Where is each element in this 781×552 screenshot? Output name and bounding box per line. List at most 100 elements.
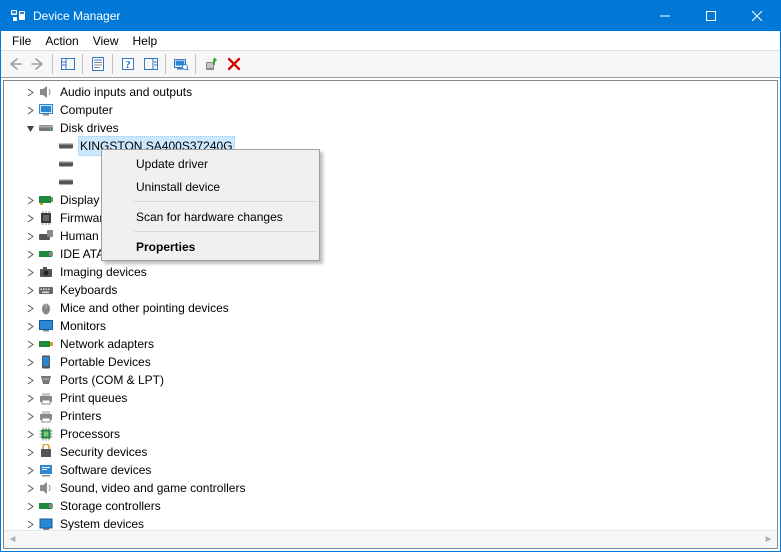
toolbar-separator: [82, 54, 83, 74]
expand-arrow-icon[interactable]: [22, 106, 38, 115]
svg-text:?: ?: [125, 60, 130, 71]
toolbar: ?: [1, 50, 780, 78]
titlebar: Device Manager: [1, 1, 780, 31]
node-keyboards[interactable]: Keyboards: [6, 281, 777, 299]
expand-arrow-icon[interactable]: [22, 250, 38, 259]
portable-device-icon: [38, 354, 54, 370]
expand-arrow-icon[interactable]: [22, 304, 38, 313]
expand-arrow-icon[interactable]: [22, 466, 38, 475]
close-button[interactable]: [734, 1, 780, 31]
node-sound[interactable]: Sound, video and game controllers: [6, 479, 777, 497]
node-ports[interactable]: Ports (COM & LPT): [6, 371, 777, 389]
collapse-arrow-icon[interactable]: [22, 124, 38, 133]
node-software[interactable]: Software devices: [6, 461, 777, 479]
node-printers[interactable]: Printers: [6, 407, 777, 425]
node-security[interactable]: Security devices: [6, 443, 777, 461]
minimize-button[interactable]: [642, 1, 688, 31]
node-monitors[interactable]: Monitors: [6, 317, 777, 335]
expand-arrow-icon[interactable]: [22, 322, 38, 331]
maximize-button[interactable]: [688, 1, 734, 31]
menu-file[interactable]: File: [5, 33, 38, 49]
expand-arrow-icon[interactable]: [22, 448, 38, 457]
app-icon: [10, 8, 26, 24]
node-audio[interactable]: Audio inputs and outputs: [6, 83, 777, 101]
node-label: Sound, video and game controllers: [58, 479, 247, 497]
expand-arrow-icon[interactable]: [22, 484, 38, 493]
node-label: Audio inputs and outputs: [58, 83, 194, 101]
ctx-update-driver[interactable]: Update driver: [104, 152, 317, 175]
expand-arrow-icon[interactable]: [22, 232, 38, 241]
node-printq[interactable]: Print queues: [6, 389, 777, 407]
menu-help[interactable]: Help: [126, 33, 165, 49]
node-label: Monitors: [58, 317, 108, 335]
node-label: Security devices: [58, 443, 149, 461]
expand-arrow-icon[interactable]: [22, 268, 38, 277]
properties-button[interactable]: [86, 53, 109, 75]
ctx-separator: [134, 201, 316, 202]
expand-arrow-icon[interactable]: [22, 196, 38, 205]
toolbar-separator: [112, 54, 113, 74]
expand-arrow-icon[interactable]: [22, 412, 38, 421]
expand-arrow-icon[interactable]: [22, 286, 38, 295]
action-pane-button[interactable]: [139, 53, 162, 75]
node-imaging[interactable]: Imaging devices: [6, 263, 777, 281]
node-portable[interactable]: Portable Devices: [6, 353, 777, 371]
window-title: Device Manager: [33, 9, 642, 23]
security-device-icon: [38, 444, 54, 460]
menu-view[interactable]: View: [86, 33, 126, 49]
ctx-scan-hardware[interactable]: Scan for hardware changes: [104, 205, 317, 228]
scroll-left-icon: ◄: [4, 531, 21, 548]
horizontal-scrollbar: ◄ ►: [4, 530, 777, 548]
node-storage[interactable]: Storage controllers: [6, 497, 777, 515]
ctx-properties[interactable]: Properties: [104, 235, 317, 258]
node-mice[interactable]: Mice and other pointing devices: [6, 299, 777, 317]
keyboard-icon: [38, 282, 54, 298]
expand-arrow-icon[interactable]: [22, 214, 38, 223]
node-disk-drives[interactable]: Disk drives: [6, 119, 777, 137]
ctx-uninstall-device[interactable]: Uninstall device: [104, 175, 317, 198]
node-label: Disk drives: [58, 119, 121, 137]
ide-controller-icon: [38, 246, 54, 262]
speaker-icon: [38, 84, 54, 100]
node-processors[interactable]: Processors: [6, 425, 777, 443]
port-icon: [38, 372, 54, 388]
device-manager-window: Device Manager File Action View Help: [0, 0, 781, 552]
update-driver-button[interactable]: [199, 53, 222, 75]
expand-arrow-icon[interactable]: [22, 520, 38, 529]
uninstall-device-button[interactable]: [222, 53, 245, 75]
hid-icon: [38, 228, 54, 244]
forward-button[interactable]: [26, 53, 49, 75]
expand-arrow-icon[interactable]: [22, 430, 38, 439]
expand-arrow-icon[interactable]: [22, 376, 38, 385]
ctx-label: Properties: [136, 240, 195, 254]
expand-arrow-icon[interactable]: [22, 358, 38, 367]
node-label: Keyboards: [58, 281, 119, 299]
ctx-label: Uninstall device: [136, 180, 220, 194]
node-label: Portable Devices: [58, 353, 153, 371]
expand-arrow-icon[interactable]: [22, 88, 38, 97]
scan-hardware-button[interactable]: [169, 53, 192, 75]
computer-icon: [38, 102, 54, 118]
help-icon[interactable]: ?: [116, 53, 139, 75]
printer-icon: [38, 390, 54, 406]
show-hide-tree-button[interactable]: [56, 53, 79, 75]
node-system[interactable]: System devices: [6, 515, 777, 530]
menu-action[interactable]: Action: [38, 33, 85, 49]
node-network[interactable]: Network adapters: [6, 335, 777, 353]
camera-icon: [38, 264, 54, 280]
node-label: Network adapters: [58, 335, 156, 353]
firmware-icon: [38, 210, 54, 226]
node-computer[interactable]: Computer: [6, 101, 777, 119]
scroll-right-icon: ►: [760, 531, 777, 548]
expand-arrow-icon[interactable]: [22, 340, 38, 349]
node-label: Software devices: [58, 461, 153, 479]
expand-arrow-icon[interactable]: [22, 502, 38, 511]
back-button[interactable]: [3, 53, 26, 75]
expand-arrow-icon[interactable]: [22, 394, 38, 403]
mouse-icon: [38, 300, 54, 316]
printer-icon: [38, 408, 54, 424]
disk-drive-icon: [58, 138, 74, 154]
system-device-icon: [38, 516, 54, 530]
monitor-icon: [38, 318, 54, 334]
node-label: Print queues: [58, 389, 129, 407]
